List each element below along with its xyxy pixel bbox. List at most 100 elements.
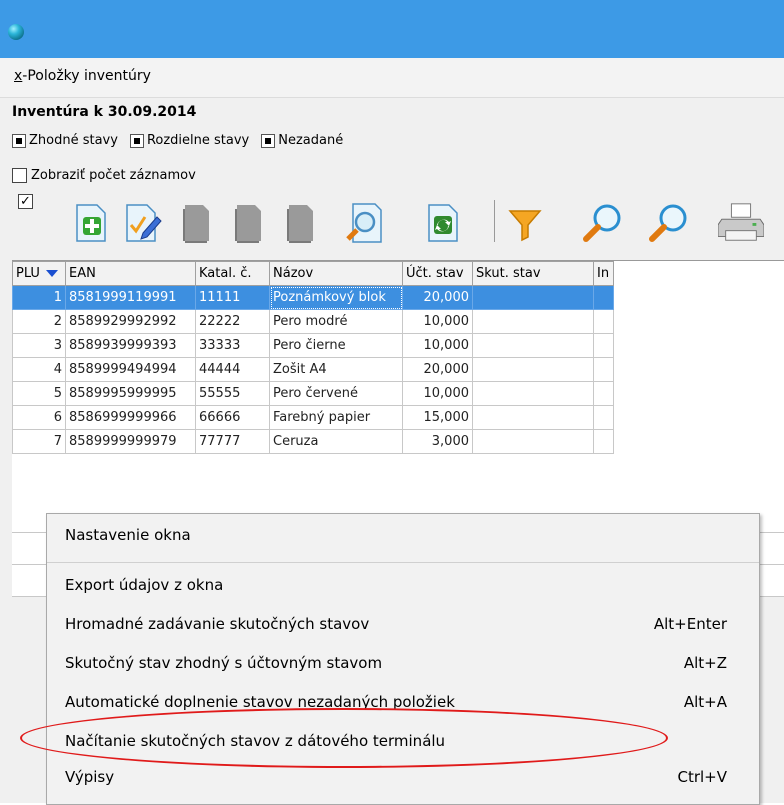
menu-item-skutocny-stav-zhodny[interactable]: Skutočný stav zhodný s účtovným stavom A… [65,654,745,672]
cell-uct-stav[interactable]: 3,000 [402,429,473,454]
cell-katal[interactable]: 77777 [195,429,270,454]
delete-disabled-icon[interactable] [224,198,270,248]
cell-nazov[interactable]: Pero modré [269,309,403,334]
filter-checkbox[interactable] [12,133,26,148]
sort-descending-icon [45,270,58,277]
refresh-icon[interactable] [420,198,466,248]
cell-nazov[interactable]: Ceruza [269,429,403,454]
cell-uct-stav[interactable]: 10,000 [402,381,473,406]
cell-ean[interactable]: 8589939999393 [65,333,196,358]
menu-item-nacitanie-z-terminalu[interactable]: Načítanie skutočných stavov z dátového t… [65,732,745,750]
cell-skut-stav[interactable] [472,405,594,430]
cell-ean[interactable]: 8589999999979 [65,429,196,454]
cell-plu[interactable]: 5 [12,381,66,406]
menu-polozky-inventury[interactable]: x-Položky inventúry [14,68,151,84]
toolbar: ✓ [12,192,784,256]
edit-icon[interactable] [120,198,166,248]
cell-nazov[interactable]: Zošit A4 [269,357,403,382]
cell-katal[interactable]: 11111 [195,285,270,310]
filter-checkbox[interactable] [261,133,276,148]
menu-item-export[interactable]: Export údajov z okna [65,576,745,594]
table-row[interactable]: 5 8589995999995 55555 Pero červené 10,00… [12,381,614,406]
cell-plu[interactable]: 7 [12,429,66,454]
cell-in[interactable] [593,405,614,430]
cell-plu[interactable]: 3 [12,333,66,358]
menu-item-hromadne-zadavanie[interactable]: Hromadné zadávanie skutočných stavov Alt… [65,615,745,633]
cell-in[interactable] [593,309,614,334]
cell-katal[interactable]: 22222 [195,309,270,334]
find-icon[interactable] [580,198,626,248]
filter-nezadane[interactable]: Nezadané [261,133,343,148]
cell-skut-stav[interactable] [472,309,594,334]
title-bar [0,0,784,58]
cell-plu[interactable]: 1 [12,285,66,310]
column-header-nazov[interactable]: Názov [269,261,403,286]
show-count-option[interactable]: Zobraziť počet záznamov [12,168,196,183]
cell-ean[interactable]: 8586999999966 [65,405,196,430]
filter-rozdielne-stavy[interactable]: Rozdielne stavy [129,133,249,148]
column-header-katal[interactable]: Katal. č. [195,261,270,286]
select-all-checkbox[interactable]: ✓ [18,194,33,209]
cell-uct-stav[interactable]: 20,000 [402,357,473,382]
cell-in[interactable] [593,429,614,454]
copy-disabled-icon[interactable] [172,198,218,248]
cell-uct-stav[interactable]: 10,000 [402,333,473,358]
cell-uct-stav[interactable]: 10,000 [402,309,473,334]
table-row[interactable]: 4 8589999494994 44444 Zošit A4 20,000 [12,357,614,382]
copy-disabled-icon-2[interactable] [276,198,322,248]
filter-checkbox[interactable] [129,133,144,148]
cell-nazov[interactable]: Farebný papier [269,405,403,430]
cell-katal[interactable]: 33333 [195,333,270,358]
preview-icon[interactable] [342,198,388,248]
column-header-in[interactable]: In [593,261,614,286]
cell-katal[interactable]: 55555 [195,381,270,406]
cell-uct-stav[interactable]: 15,000 [402,405,473,430]
filter-icon[interactable] [502,198,548,248]
cell-skut-stav[interactable] [472,429,594,454]
app-icon[interactable] [8,24,24,40]
table-row[interactable]: 1 8581999119991 11111 Poznámkový blok 20… [12,285,614,310]
cell-nazov[interactable]: Pero červené [269,381,403,406]
table-row[interactable]: 6 8586999999966 66666 Farebný papier 15,… [12,405,614,430]
cell-skut-stav[interactable] [472,381,594,406]
print-icon[interactable] [718,198,764,248]
cell-skut-stav[interactable] [472,333,594,358]
table-row[interactable]: 7 8589999999979 77777 Ceruza 3,000 [12,429,614,454]
cell-ean[interactable]: 8589929992992 [65,309,196,334]
menu-separator [47,562,759,563]
cell-ean[interactable]: 8581999119991 [65,285,196,310]
cell-ean[interactable]: 8589995999995 [65,381,196,406]
cell-in[interactable] [593,381,614,406]
cell-katal[interactable]: 44444 [195,357,270,382]
add-icon[interactable] [68,198,114,248]
filter-zhodne-stavy[interactable]: Zhodné stavy [12,133,118,148]
column-header-ean[interactable]: EAN [65,261,196,286]
column-header-skut-stav[interactable]: Skut. stav [472,261,594,286]
cell-in[interactable] [593,285,614,310]
cell-in[interactable] [593,357,614,382]
find-next-icon[interactable] [646,198,692,248]
cell-uct-stav[interactable]: 20,000 [402,285,473,310]
toolbar-separator [494,200,495,242]
cell-in[interactable] [593,333,614,358]
cell-skut-stav[interactable] [472,285,594,310]
cell-ean[interactable]: 8589999494994 [65,357,196,382]
cell-plu[interactable]: 4 [12,357,66,382]
column-header-plu[interactable]: PLU [12,261,66,286]
menu-item-automaticke-doplnenie[interactable]: Automatické doplnenie stavov nezadaných … [65,693,745,711]
cell-plu[interactable]: 6 [12,405,66,430]
table-row[interactable]: 3 8589939999393 33333 Pero čierne 10,000 [12,333,614,358]
cell-nazov[interactable]: Poznámkový blok [269,285,403,310]
show-count-checkbox[interactable] [12,168,27,183]
cell-katal[interactable]: 66666 [195,405,270,430]
filter-row: Zhodné stavy Rozdielne stavy Nezadané [12,133,343,148]
cell-skut-stav[interactable] [472,357,594,382]
cell-plu[interactable]: 2 [12,309,66,334]
menu-item-vypisy[interactable]: Výpisy Ctrl+V [65,768,745,786]
table-row[interactable]: 2 8589929992992 22222 Pero modré 10,000 [12,309,614,334]
cell-nazov[interactable]: Pero čierne [269,333,403,358]
inventory-table: PLU EAN Katal. č. Názov Účt. stav Skut. … [12,260,784,509]
menu-item-nastavenie-okna[interactable]: Nastavenie okna [65,526,745,544]
column-header-uct-stav[interactable]: Účt. stav [402,261,473,286]
menu-bar: x-Položky inventúry [0,58,784,98]
